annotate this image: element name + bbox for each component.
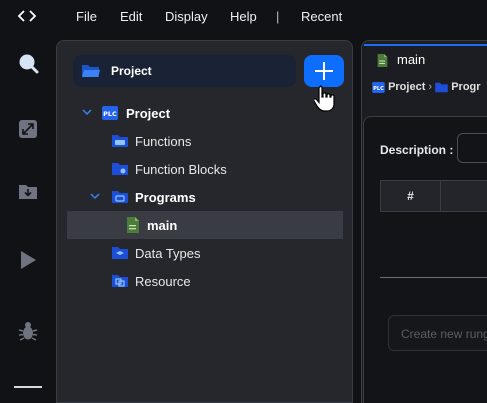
- tree-item-main[interactable]: main: [67, 211, 343, 239]
- project-explorer: Project PLC Project Functions Function B…: [56, 40, 353, 403]
- description-label: Description :: [380, 143, 454, 157]
- programs-folder-icon: [112, 191, 128, 203]
- svg-text:PLC: PLC: [373, 85, 384, 91]
- project-header[interactable]: Project: [73, 55, 296, 87]
- download-folder-icon[interactable]: [17, 180, 39, 202]
- folder-open-icon: [82, 65, 100, 77]
- editor-area: main PLC Project › Progr Description : #…: [361, 40, 487, 403]
- tree-item-data-types[interactable]: Data Types: [65, 239, 343, 267]
- program-file-icon: [377, 54, 388, 67]
- chevron-right-icon: ›: [428, 81, 436, 94]
- resource-folder-icon: [112, 275, 128, 287]
- tab-main[interactable]: main: [364, 44, 487, 72]
- tree-item-label: Project: [126, 106, 171, 121]
- new-rung-input[interactable]: Create new rung: [388, 315, 487, 351]
- svg-text:PLC: PLC: [103, 110, 117, 118]
- section-divider: [380, 277, 487, 278]
- menu-recent[interactable]: Recent: [301, 9, 342, 24]
- search-icon[interactable]: [17, 52, 39, 74]
- functions-folder-icon: [112, 135, 128, 147]
- tab-label: main: [397, 52, 426, 67]
- chevron-down-icon[interactable]: [90, 193, 100, 200]
- tree-item-label: main: [147, 218, 178, 233]
- tree-item-label: Resource: [135, 274, 191, 289]
- tree-item-label: Function Blocks: [135, 162, 227, 177]
- column-header-number[interactable]: #: [381, 181, 441, 211]
- transfer-icon[interactable]: [17, 118, 39, 140]
- plc-icon: PLC: [102, 106, 118, 120]
- programs-folder-icon: [435, 82, 448, 92]
- description-input[interactable]: [457, 133, 487, 163]
- program-file-icon: [127, 217, 139, 233]
- menubar: File Edit Display Help | Recent: [0, 0, 487, 32]
- tree-item-function-blocks[interactable]: Function Blocks: [65, 155, 343, 183]
- breadcrumb-item[interactable]: Progr: [451, 81, 480, 93]
- editor-content: Description : # Create new rung: [363, 116, 487, 403]
- add-button[interactable]: [304, 55, 344, 87]
- activity-bar: [0, 32, 56, 403]
- breadcrumb: PLC Project › Progr: [372, 81, 487, 97]
- menu-display[interactable]: Display: [165, 9, 208, 24]
- tree-item-programs[interactable]: Programs: [65, 183, 343, 211]
- data-types-folder-icon: [112, 247, 128, 259]
- tree-item-functions[interactable]: Functions: [65, 127, 343, 155]
- breadcrumb-item[interactable]: Project: [388, 81, 425, 93]
- tree-item-label: Programs: [135, 190, 196, 205]
- function-blocks-folder-icon: [112, 163, 128, 175]
- debug-bug-icon[interactable]: [17, 320, 39, 342]
- tree-item-label: Data Types: [135, 246, 201, 261]
- menu-edit[interactable]: Edit: [120, 9, 142, 24]
- code-icon[interactable]: [17, 8, 37, 24]
- menu-file[interactable]: File: [76, 9, 97, 24]
- chevron-down-icon[interactable]: [82, 109, 92, 116]
- project-header-label: Project: [111, 64, 152, 78]
- play-icon[interactable]: [17, 249, 39, 271]
- plc-icon: PLC: [372, 81, 385, 93]
- menu-help[interactable]: Help: [230, 9, 257, 24]
- menu-separator: |: [276, 9, 280, 24]
- tree-item-project[interactable]: PLC Project: [65, 99, 343, 127]
- activity-divider: [14, 386, 42, 388]
- new-rung-placeholder: Create new rung: [401, 327, 487, 341]
- tree-item-resource[interactable]: Resource: [65, 267, 343, 295]
- variables-table-header: #: [380, 180, 487, 212]
- tree-item-label: Functions: [135, 134, 192, 149]
